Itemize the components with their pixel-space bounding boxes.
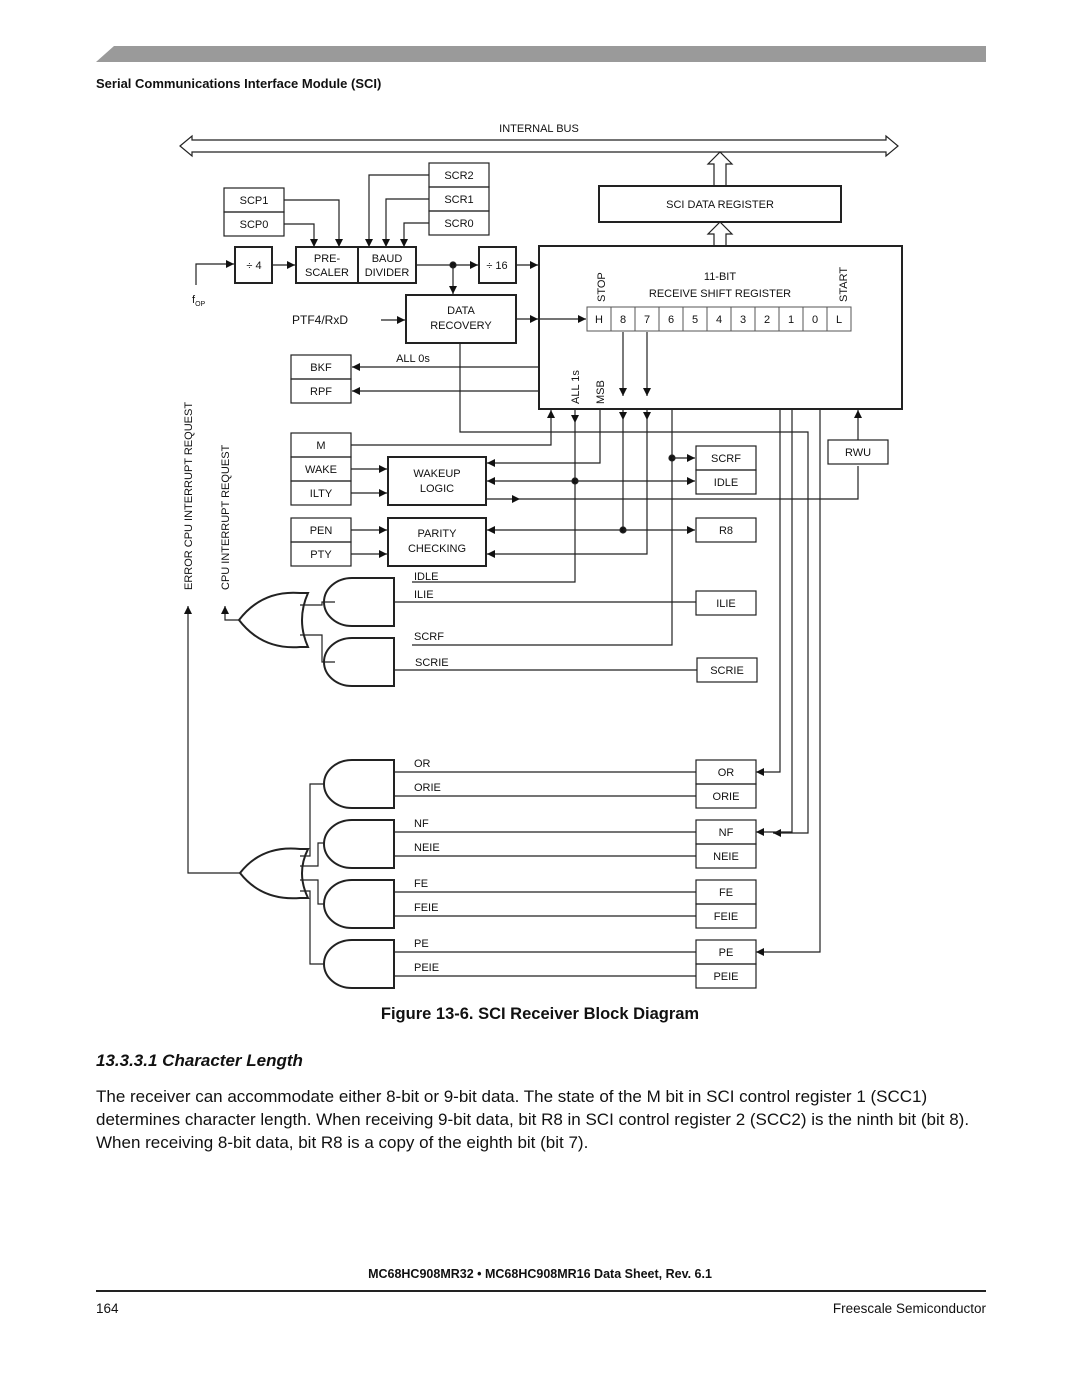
gate-label-neie: NEIE [414, 842, 440, 854]
and-gate-nf [323, 819, 395, 869]
page-number: 164 [96, 1301, 119, 1316]
all0s-label: ALL 0s [396, 353, 430, 365]
baud-label-2: DIVIDER [365, 267, 410, 279]
gate-label-pe: PE [414, 938, 429, 950]
parity-checking-box [387, 517, 487, 567]
scr0-label: SCR0 [444, 218, 473, 230]
internal-bus-label: INTERNAL BUS [499, 123, 579, 135]
div4-label: ÷ 4 [246, 260, 261, 272]
rwu-label: RWU [845, 447, 871, 459]
bit-8: 8 [620, 314, 626, 326]
gate-label-idle: IDLE [414, 571, 438, 583]
or-gate-cpu-irq [237, 591, 310, 649]
bit-h: H [595, 314, 603, 326]
prescaler-label-1: PRE- [314, 253, 341, 265]
data-recovery-label-1: DATA [447, 305, 475, 317]
gate-label-peie: PEIE [414, 962, 439, 974]
footer-title: MC68HC908MR32 • MC68HC908MR16 Data Sheet… [368, 1267, 712, 1281]
bkf-label: BKF [310, 362, 332, 374]
baud-label-1: BAUD [372, 253, 403, 265]
feie-label: FEIE [714, 911, 738, 923]
wakeup-label-2: LOGIC [420, 483, 454, 495]
gate-label-nf: NF [414, 818, 429, 830]
figure-caption: Figure 13-6. SCI Receiver Block Diagram [380, 1005, 700, 1023]
data-recovery-box [405, 294, 517, 344]
scr1-label: SCR1 [444, 194, 473, 206]
or-gate-error-irq [238, 847, 310, 900]
bit-7: 7 [644, 314, 650, 326]
bit-3: 3 [740, 314, 746, 326]
subheading: 13.3.3.1 Character Length [96, 1051, 303, 1070]
gate-label-fe: FE [414, 878, 428, 890]
gate-label-scrie: SCRIE [415, 657, 449, 669]
parity-label-2: CHECKING [408, 543, 466, 555]
bit-l: L [836, 314, 842, 326]
data-recovery-label-2: RECOVERY [430, 320, 492, 332]
shift-register-title-2: RECEIVE SHIFT REGISTER [649, 288, 791, 300]
nf-label: NF [719, 827, 734, 839]
bit-5: 5 [692, 314, 698, 326]
scp1-label: SCP1 [240, 195, 269, 207]
sci-data-register-label: SCI DATA REGISTER [666, 199, 774, 211]
gate-label-orie: ORIE [414, 782, 441, 794]
gate-label-scrf: SCRF [414, 631, 444, 643]
prescaler-label-2: SCALER [305, 267, 349, 279]
gate-label-feie: FEIE [414, 902, 438, 914]
bit-0: 0 [812, 314, 818, 326]
peie-label: PEIE [713, 971, 738, 983]
rxd-label: PTF4/RxD [292, 313, 348, 327]
bit-1: 1 [788, 314, 794, 326]
start-label: START [838, 267, 850, 302]
company-name: Freescale Semiconductor [832, 1301, 986, 1316]
wakeup-logic-box [387, 456, 487, 506]
bus-to-data-register-arrow [706, 151, 734, 186]
footer-rule [96, 1290, 986, 1292]
and-gate-or [323, 759, 395, 809]
div16-label: ÷ 16 [486, 260, 507, 272]
r8-label: R8 [719, 525, 733, 537]
and-gate-fe [323, 879, 395, 929]
orie-label: ORIE [713, 791, 740, 803]
wake-label: WAKE [305, 464, 337, 476]
shift-register-to-data-register-arrow [706, 221, 734, 246]
all1s-label: ALL 1s [570, 370, 582, 404]
parity-label-1: PARITY [418, 528, 458, 540]
pty-label: PTY [310, 549, 332, 561]
body-paragraph: The receiver can accommodate either 8-bi… [96, 1087, 970, 1152]
bit-2: 2 [764, 314, 770, 326]
scrie-label: SCRIE [710, 665, 744, 677]
or-label: OR [718, 767, 735, 779]
neie-label: NEIE [713, 851, 739, 863]
stop-label: STOP [596, 272, 608, 302]
fe-label: FE [719, 887, 733, 899]
and-gate-pe [323, 939, 395, 989]
wakeup-label-1: WAKEUP [413, 468, 460, 480]
ilty-label: ILTY [310, 488, 333, 500]
bit-4: 4 [716, 314, 722, 326]
shift-register-title-1: 11-BIT [704, 271, 736, 283]
error-cpu-irq-label: ERROR CPU INTERRUPT REQUEST [183, 402, 195, 590]
pe-label: PE [719, 947, 734, 959]
pen-label: PEN [310, 525, 333, 537]
fop-label: fOP [192, 294, 206, 308]
bit-6: 6 [668, 314, 674, 326]
msb-label: MSB [595, 380, 607, 404]
idle-label: IDLE [714, 477, 738, 489]
scp0-label: SCP0 [240, 219, 269, 231]
ilie-label: ILIE [716, 598, 736, 610]
gate-label-or: OR [414, 758, 431, 770]
internal-bus-arrow [179, 134, 899, 158]
scr2-label: SCR2 [444, 170, 473, 182]
gate-label-ilie: ILIE [414, 589, 434, 601]
m-label: M [316, 440, 325, 452]
sci-receiver-block-diagram: INTERNAL BUS SCI DATA REGISTER SCP1 SCP0… [179, 123, 903, 989]
scrf-label: SCRF [711, 453, 741, 465]
rpf-label: RPF [310, 386, 332, 398]
cpu-irq-label: CPU INTERRUPT REQUEST [220, 444, 232, 590]
